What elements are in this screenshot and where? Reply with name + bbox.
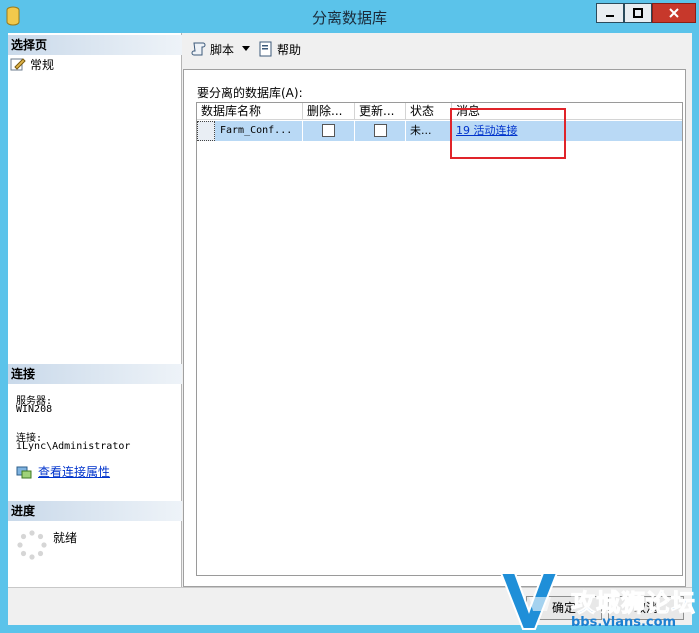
select-page-header: 选择页 bbox=[8, 35, 182, 55]
title-bar[interactable]: 分离数据库 bbox=[0, 0, 699, 33]
toolbar: 脚本 帮助 bbox=[183, 33, 692, 65]
grid-header: 数据库名称 删除... 更新... 状态 消息 bbox=[197, 103, 682, 120]
watermark: 攻城狮论坛 bbs.vlans.com bbox=[499, 567, 699, 633]
column-header-drop[interactable]: 删除... bbox=[303, 103, 355, 120]
help-icon bbox=[259, 41, 272, 57]
annotation-highlight-box bbox=[450, 108, 566, 159]
cell-drop[interactable] bbox=[303, 121, 355, 141]
connection-properties-icon bbox=[16, 466, 32, 478]
progress-spinner-icon bbox=[17, 530, 47, 560]
column-header-update[interactable]: 更新... bbox=[355, 103, 406, 120]
view-connection-properties-link[interactable]: 查看连接属性 bbox=[38, 463, 110, 480]
server-value: WIN208 bbox=[16, 404, 53, 415]
update-statistics-checkbox[interactable] bbox=[373, 124, 387, 137]
cell-status: 未... bbox=[406, 121, 452, 141]
column-header-status[interactable]: 状态 bbox=[406, 103, 452, 120]
page-general-label: 常规 bbox=[30, 57, 55, 72]
script-dropdown[interactable] bbox=[240, 38, 252, 60]
minimize-icon bbox=[606, 15, 614, 17]
databases-grid-label: 要分离的数据库(A): bbox=[197, 86, 303, 100]
dialog-window: 分离数据库 选择页 常规 连接 服务器: WIN208 连接: iLync\Ad… bbox=[0, 0, 699, 633]
watermark-logo-icon bbox=[499, 572, 559, 630]
connection-header: 连接 bbox=[8, 364, 182, 384]
chevron-down-icon bbox=[242, 46, 251, 51]
maximize-icon bbox=[633, 8, 643, 18]
minimize-button[interactable] bbox=[596, 3, 624, 23]
watermark-url: bbs.vlans.com bbox=[571, 615, 677, 630]
help-label: 帮助 bbox=[277, 42, 302, 57]
drop-connections-checkbox[interactable] bbox=[322, 124, 335, 137]
page-edit-icon bbox=[10, 58, 26, 71]
window-title: 分离数据库 bbox=[311, 9, 387, 27]
main-panel: 要分离的数据库(A): 数据库名称 删除... 更新... 状态 消息 Farm… bbox=[183, 69, 686, 587]
table-row[interactable]: Farm_Conf... 未... 19 活动连接 bbox=[197, 121, 682, 141]
progress-header: 进度 bbox=[8, 501, 182, 521]
script-button[interactable]: 脚本 bbox=[189, 38, 236, 60]
help-button[interactable]: 帮助 bbox=[256, 38, 303, 60]
database-name-value: Farm_Conf... bbox=[220, 125, 293, 136]
left-panel: 选择页 常规 连接 服务器: WIN208 连接: iLync\Administ… bbox=[8, 33, 182, 587]
cell-update[interactable] bbox=[355, 121, 406, 141]
connection-value: iLync\Administrator bbox=[16, 441, 131, 452]
databases-grid[interactable]: 数据库名称 删除... 更新... 状态 消息 Farm_Conf... 未..… bbox=[196, 102, 683, 576]
progress-status: 就绪 bbox=[53, 531, 78, 545]
view-connection-properties[interactable]: 查看连接属性 bbox=[16, 463, 110, 480]
page-item-general[interactable]: 常规 bbox=[10, 55, 54, 73]
script-label: 脚本 bbox=[210, 42, 235, 57]
dialog-client: 选择页 常规 连接 服务器: WIN208 连接: iLync\Administ… bbox=[8, 33, 692, 625]
watermark-brand: 攻城狮论坛 bbox=[571, 589, 696, 618]
cell-database-name[interactable]: Farm_Conf... bbox=[197, 121, 303, 141]
close-button[interactable] bbox=[652, 3, 696, 23]
row-selector[interactable] bbox=[197, 121, 215, 141]
maximize-button[interactable] bbox=[624, 3, 652, 23]
column-header-database-name[interactable]: 数据库名称 bbox=[197, 103, 303, 120]
close-icon bbox=[669, 8, 679, 18]
script-icon bbox=[191, 42, 206, 56]
